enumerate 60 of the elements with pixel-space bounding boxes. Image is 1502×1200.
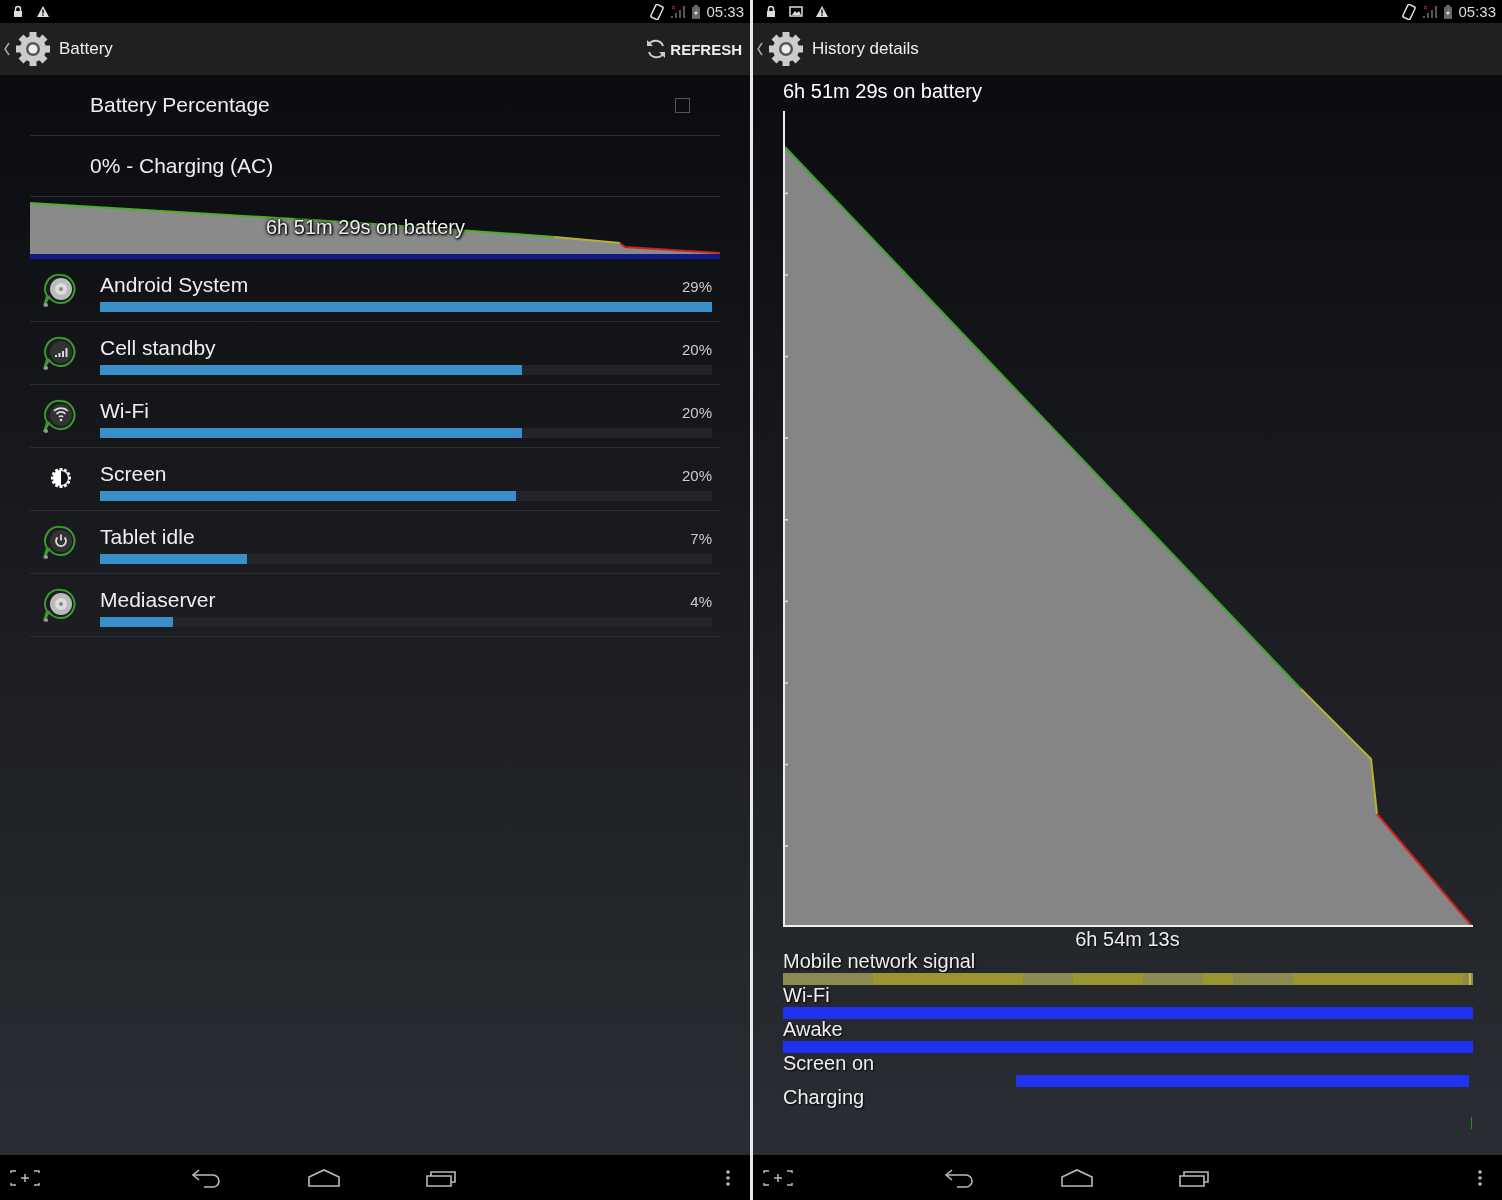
timeline-label: Screen on bbox=[783, 1051, 876, 1075]
checkbox[interactable] bbox=[675, 97, 690, 113]
status-text: 0% - Charging (AC) bbox=[90, 154, 274, 178]
usage-percent: 4% bbox=[690, 592, 712, 610]
overflow-menu-icon[interactable] bbox=[726, 1168, 730, 1187]
screenshot-icon[interactable] bbox=[10, 1169, 40, 1186]
app-name: Mediaserver bbox=[100, 587, 216, 612]
app-name: Wi-Fi bbox=[100, 398, 149, 423]
screenshot-icon[interactable] bbox=[763, 1169, 793, 1186]
usage-row[interactable]: Screen 20% bbox=[30, 448, 720, 511]
timeline-label: Wi-Fi bbox=[783, 983, 831, 1007]
recent-apps-icon[interactable] bbox=[426, 1168, 456, 1187]
graph-title: 6h 51m 29s on battery bbox=[783, 80, 983, 104]
rotation-icon bbox=[649, 3, 666, 20]
chevron-left-icon bbox=[757, 42, 763, 56]
usage-row[interactable]: Android System 29% bbox=[30, 259, 720, 322]
back-icon[interactable] bbox=[190, 1167, 222, 1188]
app-name: Screen bbox=[100, 461, 167, 486]
usage-percent: 7% bbox=[690, 529, 712, 547]
usage-percent: 20% bbox=[681, 466, 712, 484]
no-signal-icon bbox=[670, 4, 687, 19]
timeline-tick bbox=[1471, 1117, 1472, 1129]
home-icon[interactable] bbox=[1061, 1168, 1093, 1187]
timeline-label: Charging bbox=[783, 1085, 866, 1109]
usage-row[interactable]: Wi-Fi 20% bbox=[30, 385, 720, 448]
no-signal-icon bbox=[1422, 4, 1439, 19]
overflow-menu-icon[interactable] bbox=[1478, 1168, 1482, 1187]
usage-percent: 20% bbox=[681, 403, 712, 421]
refresh-icon bbox=[646, 38, 667, 60]
app-name: Android System bbox=[100, 272, 249, 297]
gear-icon bbox=[13, 29, 53, 69]
chevron-left-icon bbox=[4, 42, 10, 56]
lock-icon bbox=[765, 5, 777, 18]
app-name: Tablet idle bbox=[100, 524, 195, 549]
image-icon bbox=[789, 5, 803, 18]
recent-apps-icon[interactable] bbox=[1179, 1168, 1209, 1187]
warning-icon bbox=[36, 5, 50, 18]
usage-row[interactable]: Tablet idle 7% bbox=[30, 511, 720, 574]
clock-time: 05:33 bbox=[1458, 3, 1496, 20]
usage-percent: 29% bbox=[681, 277, 712, 295]
clock-time: 05:33 bbox=[706, 3, 744, 20]
rotation-icon bbox=[1401, 3, 1418, 20]
home-icon[interactable] bbox=[308, 1168, 340, 1187]
usage-row[interactable]: Cell standby 20% bbox=[30, 322, 720, 385]
timeline-label: Mobile network signal bbox=[783, 949, 977, 973]
lock-icon bbox=[12, 5, 24, 18]
gear-icon bbox=[766, 29, 806, 69]
screen-title: Battery bbox=[59, 39, 113, 59]
usage-percent: 20% bbox=[681, 340, 712, 358]
screen-title: History details bbox=[812, 39, 919, 59]
app-name: Cell standby bbox=[100, 335, 216, 360]
battery-charging-icon bbox=[1443, 4, 1454, 19]
timeline-label: Awake bbox=[783, 1017, 844, 1041]
usage-row[interactable]: Mediaserver 4% bbox=[30, 574, 720, 637]
duration-label: 6h 54m 13s bbox=[1074, 928, 1181, 951]
warning-icon bbox=[815, 5, 829, 18]
back-icon[interactable] bbox=[943, 1167, 975, 1188]
setting-label: Battery Percentage bbox=[90, 93, 270, 117]
refresh-button[interactable]: REFRESH bbox=[646, 38, 742, 60]
battery-charging-icon bbox=[691, 4, 702, 19]
